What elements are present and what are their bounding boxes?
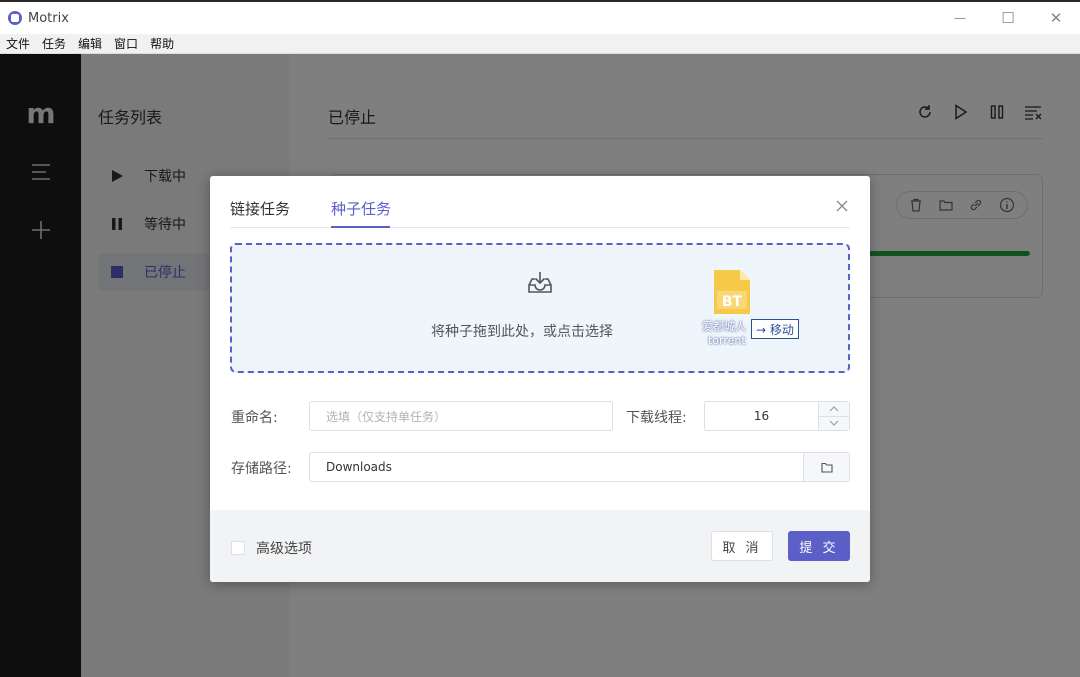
- rename-label: 重命名:: [231, 410, 278, 426]
- rename-input[interactable]: 选填（仅支持单任务）: [309, 401, 613, 431]
- save-path-input[interactable]: Downloads: [309, 452, 804, 482]
- maximize-button[interactable]: ☐: [984, 2, 1032, 34]
- menu-file[interactable]: 文件: [0, 35, 36, 52]
- drag-move-tooltip: → 移动: [751, 319, 799, 339]
- close-icon[interactable]: [834, 198, 850, 214]
- dialog-footer: 高级选项 取 消 提 交: [210, 510, 870, 582]
- cancel-button[interactable]: 取 消: [711, 531, 773, 561]
- save-path-label: 存储路径:: [231, 461, 292, 477]
- menu-task[interactable]: 任务: [36, 35, 72, 52]
- increment-button[interactable]: [819, 402, 849, 416]
- minimize-button[interactable]: —: [936, 2, 984, 34]
- dragged-file-name: 爱都城人: [702, 320, 746, 333]
- threads-value[interactable]: 16: [705, 402, 818, 430]
- folder-icon: [820, 462, 833, 473]
- title-bar: Motrix — ☐ ✕: [0, 0, 1080, 34]
- bt-file-icon: BT: [714, 270, 750, 314]
- inbox-download-icon: [528, 272, 552, 293]
- add-task-dialog: 链接任务 种子任务 将种子拖到此处，或点击选择 BT 爱都城人 torrent …: [210, 176, 870, 582]
- dialog-tabs: 链接任务 种子任务: [230, 194, 850, 228]
- menu-bar: 文件 任务 编辑 窗口 帮助: [0, 34, 1080, 54]
- active-tab-indicator: [331, 226, 390, 228]
- advanced-options-label[interactable]: 高级选项: [256, 538, 312, 558]
- submit-button[interactable]: 提 交: [788, 531, 850, 561]
- app-logo-icon: [8, 11, 22, 25]
- window-controls: — ☐ ✕: [936, 2, 1080, 34]
- menu-window[interactable]: 窗口: [108, 35, 144, 52]
- threads-stepper[interactable]: 16: [704, 401, 850, 431]
- chevron-down-icon: [829, 420, 839, 427]
- browse-folder-button[interactable]: [803, 452, 850, 482]
- threads-label: 下载线程:: [626, 410, 687, 426]
- window-title: Motrix: [28, 10, 69, 26]
- stepper-buttons: [818, 402, 849, 430]
- bt-badge-text: BT: [722, 294, 743, 310]
- decrement-button[interactable]: [819, 415, 849, 430]
- close-button[interactable]: ✕: [1032, 2, 1080, 34]
- advanced-options-checkbox[interactable]: [231, 541, 245, 555]
- dragged-file-ext: torrent: [708, 334, 746, 347]
- menu-help[interactable]: 帮助: [144, 35, 180, 52]
- tab-link-task[interactable]: 链接任务: [230, 198, 290, 228]
- menu-edit[interactable]: 编辑: [72, 35, 108, 52]
- torrent-dropzone[interactable]: 将种子拖到此处，或点击选择 BT 爱都城人 torrent → 移动: [230, 243, 850, 373]
- chevron-up-icon: [829, 405, 839, 412]
- tab-torrent-task[interactable]: 种子任务: [331, 198, 391, 228]
